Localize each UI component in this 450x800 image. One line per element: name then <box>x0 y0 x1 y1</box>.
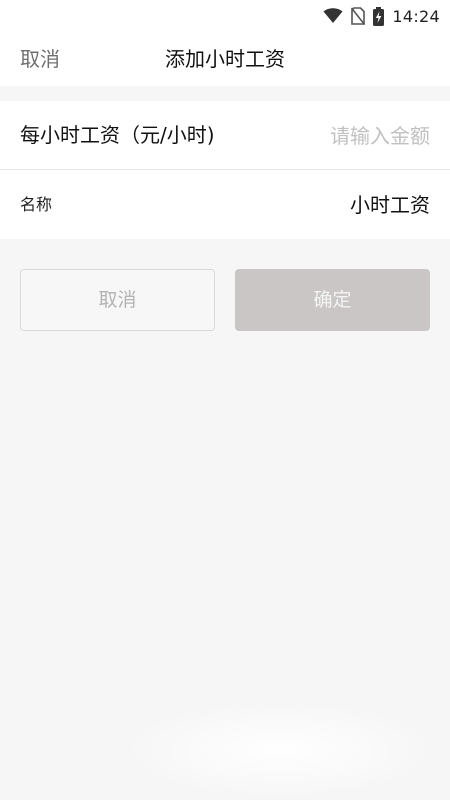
header-cancel-button[interactable]: 取消 <box>20 32 60 86</box>
confirm-button[interactable]: 确定 <box>235 269 430 331</box>
battery-charging-icon <box>373 6 385 26</box>
bottom-highlight <box>120 700 440 800</box>
header: 添加小时工资 取消 <box>0 32 450 86</box>
status-bar: 14:24 <box>0 0 450 32</box>
name-row[interactable]: 名称 小时工资 <box>0 171 450 239</box>
no-sim-icon <box>351 7 366 25</box>
name-label: 名称 <box>20 195 53 214</box>
wage-form: 每小时工资（元/小时) 名称 小时工资 <box>0 101 450 239</box>
name-value[interactable]: 小时工资 <box>350 171 430 239</box>
wage-row: 每小时工资（元/小时) <box>0 101 450 170</box>
page-title: 添加小时工资 <box>165 47 285 71</box>
screen: 14:24 添加小时工资 取消 每小时工资（元/小时) 名称 小时工资 取消 确… <box>0 0 450 800</box>
status-time: 14:24 <box>392 6 440 26</box>
wifi-icon <box>323 8 343 24</box>
status-icons: 14:24 <box>323 4 440 28</box>
cancel-button[interactable]: 取消 <box>20 269 215 331</box>
wage-label: 每小时工资（元/小时) <box>20 123 215 147</box>
wage-amount-input[interactable] <box>250 116 430 156</box>
